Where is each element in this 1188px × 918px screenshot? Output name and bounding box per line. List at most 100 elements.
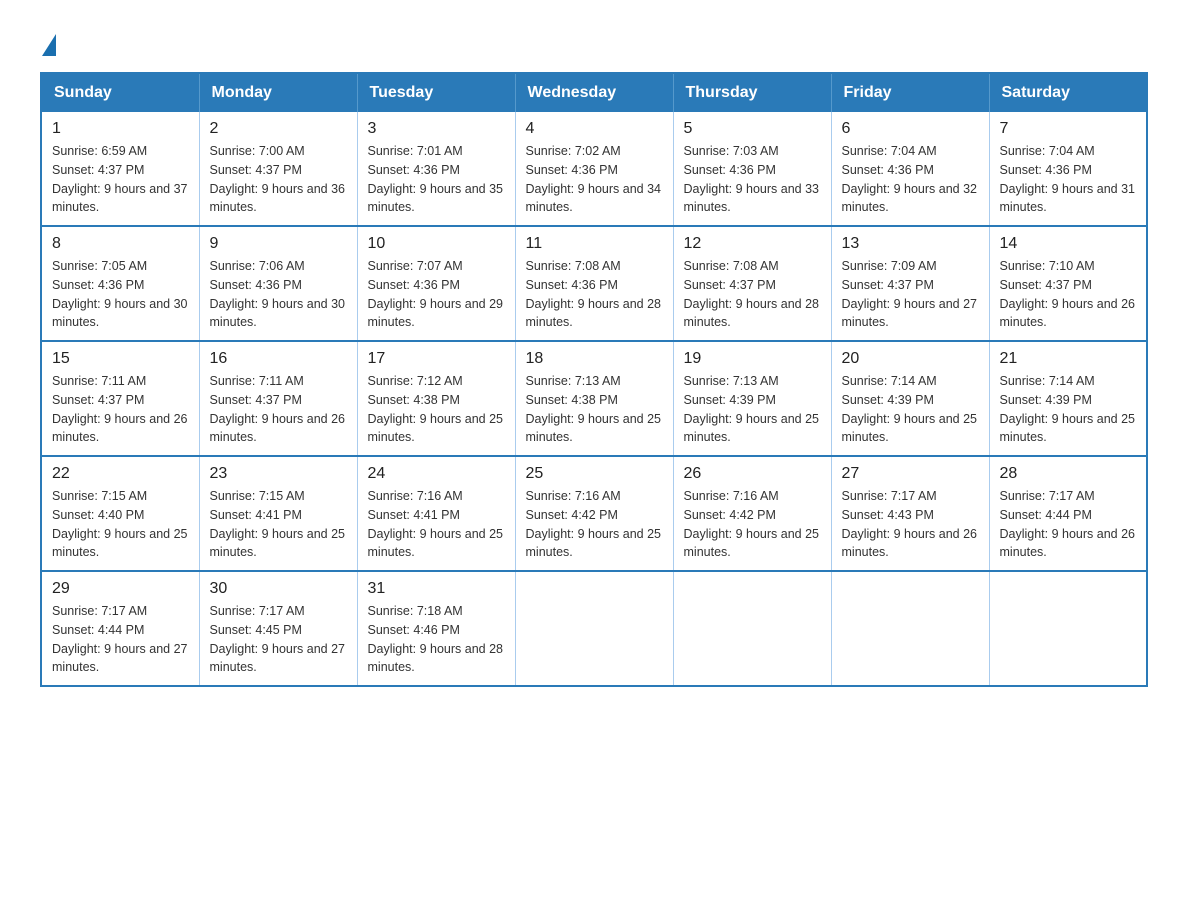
day-info: Sunrise: 6:59 AMSunset: 4:37 PMDaylight:… [52,144,188,214]
day-info: Sunrise: 7:17 AMSunset: 4:44 PMDaylight:… [1000,489,1136,559]
day-info: Sunrise: 7:16 AMSunset: 4:42 PMDaylight:… [526,489,662,559]
day-info: Sunrise: 7:08 AMSunset: 4:36 PMDaylight:… [526,259,662,329]
day-info: Sunrise: 7:14 AMSunset: 4:39 PMDaylight:… [1000,374,1136,444]
day-number: 1 [52,120,189,138]
calendar-week-row: 1 Sunrise: 6:59 AMSunset: 4:37 PMDayligh… [41,112,1147,226]
calendar-header-saturday: Saturday [989,73,1147,112]
calendar-cell: 16 Sunrise: 7:11 AMSunset: 4:37 PMDaylig… [199,341,357,456]
day-info: Sunrise: 7:13 AMSunset: 4:38 PMDaylight:… [526,374,662,444]
calendar-header-friday: Friday [831,73,989,112]
day-number: 18 [526,350,663,368]
day-info: Sunrise: 7:01 AMSunset: 4:36 PMDaylight:… [368,144,504,214]
day-number: 16 [210,350,347,368]
day-info: Sunrise: 7:17 AMSunset: 4:45 PMDaylight:… [210,604,346,674]
day-number: 30 [210,580,347,598]
calendar-cell: 22 Sunrise: 7:15 AMSunset: 4:40 PMDaylig… [41,456,199,571]
day-info: Sunrise: 7:09 AMSunset: 4:37 PMDaylight:… [842,259,978,329]
day-info: Sunrise: 7:15 AMSunset: 4:41 PMDaylight:… [210,489,346,559]
day-number: 20 [842,350,979,368]
day-number: 8 [52,235,189,253]
calendar-cell: 24 Sunrise: 7:16 AMSunset: 4:41 PMDaylig… [357,456,515,571]
day-info: Sunrise: 7:18 AMSunset: 4:46 PMDaylight:… [368,604,504,674]
calendar-cell: 17 Sunrise: 7:12 AMSunset: 4:38 PMDaylig… [357,341,515,456]
day-info: Sunrise: 7:10 AMSunset: 4:37 PMDaylight:… [1000,259,1136,329]
day-number: 12 [684,235,821,253]
calendar-cell: 14 Sunrise: 7:10 AMSunset: 4:37 PMDaylig… [989,226,1147,341]
day-number: 14 [1000,235,1137,253]
calendar-cell: 8 Sunrise: 7:05 AMSunset: 4:36 PMDayligh… [41,226,199,341]
day-number: 26 [684,465,821,483]
calendar-cell: 25 Sunrise: 7:16 AMSunset: 4:42 PMDaylig… [515,456,673,571]
calendar-cell: 13 Sunrise: 7:09 AMSunset: 4:37 PMDaylig… [831,226,989,341]
calendar-cell [673,571,831,686]
calendar-header-thursday: Thursday [673,73,831,112]
day-info: Sunrise: 7:16 AMSunset: 4:41 PMDaylight:… [368,489,504,559]
day-number: 13 [842,235,979,253]
day-number: 11 [526,235,663,253]
calendar-cell: 10 Sunrise: 7:07 AMSunset: 4:36 PMDaylig… [357,226,515,341]
day-info: Sunrise: 7:04 AMSunset: 4:36 PMDaylight:… [842,144,978,214]
logo [40,30,56,52]
calendar-cell [831,571,989,686]
calendar-cell [989,571,1147,686]
day-info: Sunrise: 7:08 AMSunset: 4:37 PMDaylight:… [684,259,820,329]
day-number: 6 [842,120,979,138]
calendar-cell: 19 Sunrise: 7:13 AMSunset: 4:39 PMDaylig… [673,341,831,456]
day-number: 23 [210,465,347,483]
calendar-cell: 31 Sunrise: 7:18 AMSunset: 4:46 PMDaylig… [357,571,515,686]
calendar-cell: 30 Sunrise: 7:17 AMSunset: 4:45 PMDaylig… [199,571,357,686]
day-number: 28 [1000,465,1137,483]
calendar-cell: 20 Sunrise: 7:14 AMSunset: 4:39 PMDaylig… [831,341,989,456]
calendar-cell: 18 Sunrise: 7:13 AMSunset: 4:38 PMDaylig… [515,341,673,456]
calendar-cell: 7 Sunrise: 7:04 AMSunset: 4:36 PMDayligh… [989,112,1147,226]
calendar-header-row: SundayMondayTuesdayWednesdayThursdayFrid… [41,73,1147,112]
day-info: Sunrise: 7:13 AMSunset: 4:39 PMDaylight:… [684,374,820,444]
calendar-cell: 1 Sunrise: 6:59 AMSunset: 4:37 PMDayligh… [41,112,199,226]
day-info: Sunrise: 7:04 AMSunset: 4:36 PMDaylight:… [1000,144,1136,214]
day-number: 2 [210,120,347,138]
calendar-cell: 3 Sunrise: 7:01 AMSunset: 4:36 PMDayligh… [357,112,515,226]
calendar-cell: 26 Sunrise: 7:16 AMSunset: 4:42 PMDaylig… [673,456,831,571]
calendar-cell: 2 Sunrise: 7:00 AMSunset: 4:37 PMDayligh… [199,112,357,226]
calendar-cell: 9 Sunrise: 7:06 AMSunset: 4:36 PMDayligh… [199,226,357,341]
calendar-cell: 11 Sunrise: 7:08 AMSunset: 4:36 PMDaylig… [515,226,673,341]
calendar-table: SundayMondayTuesdayWednesdayThursdayFrid… [40,72,1148,687]
day-info: Sunrise: 7:03 AMSunset: 4:36 PMDaylight:… [684,144,820,214]
calendar-cell [515,571,673,686]
day-number: 9 [210,235,347,253]
calendar-header-monday: Monday [199,73,357,112]
calendar-cell: 4 Sunrise: 7:02 AMSunset: 4:36 PMDayligh… [515,112,673,226]
calendar-cell: 23 Sunrise: 7:15 AMSunset: 4:41 PMDaylig… [199,456,357,571]
day-number: 31 [368,580,505,598]
day-number: 3 [368,120,505,138]
calendar-week-row: 22 Sunrise: 7:15 AMSunset: 4:40 PMDaylig… [41,456,1147,571]
calendar-cell: 5 Sunrise: 7:03 AMSunset: 4:36 PMDayligh… [673,112,831,226]
day-info: Sunrise: 7:07 AMSunset: 4:36 PMDaylight:… [368,259,504,329]
day-info: Sunrise: 7:11 AMSunset: 4:37 PMDaylight:… [52,374,188,444]
calendar-week-row: 29 Sunrise: 7:17 AMSunset: 4:44 PMDaylig… [41,571,1147,686]
day-info: Sunrise: 7:17 AMSunset: 4:44 PMDaylight:… [52,604,188,674]
day-number: 5 [684,120,821,138]
day-info: Sunrise: 7:12 AMSunset: 4:38 PMDaylight:… [368,374,504,444]
day-info: Sunrise: 7:05 AMSunset: 4:36 PMDaylight:… [52,259,188,329]
day-info: Sunrise: 7:11 AMSunset: 4:37 PMDaylight:… [210,374,346,444]
page-header [40,30,1148,52]
day-number: 10 [368,235,505,253]
day-info: Sunrise: 7:17 AMSunset: 4:43 PMDaylight:… [842,489,978,559]
day-number: 4 [526,120,663,138]
day-info: Sunrise: 7:16 AMSunset: 4:42 PMDaylight:… [684,489,820,559]
calendar-cell: 12 Sunrise: 7:08 AMSunset: 4:37 PMDaylig… [673,226,831,341]
calendar-header-wednesday: Wednesday [515,73,673,112]
day-info: Sunrise: 7:00 AMSunset: 4:37 PMDaylight:… [210,144,346,214]
day-number: 25 [526,465,663,483]
calendar-cell: 28 Sunrise: 7:17 AMSunset: 4:44 PMDaylig… [989,456,1147,571]
day-number: 24 [368,465,505,483]
calendar-cell: 27 Sunrise: 7:17 AMSunset: 4:43 PMDaylig… [831,456,989,571]
day-number: 21 [1000,350,1137,368]
calendar-week-row: 8 Sunrise: 7:05 AMSunset: 4:36 PMDayligh… [41,226,1147,341]
day-number: 19 [684,350,821,368]
day-number: 17 [368,350,505,368]
day-number: 15 [52,350,189,368]
calendar-cell: 21 Sunrise: 7:14 AMSunset: 4:39 PMDaylig… [989,341,1147,456]
day-number: 22 [52,465,189,483]
